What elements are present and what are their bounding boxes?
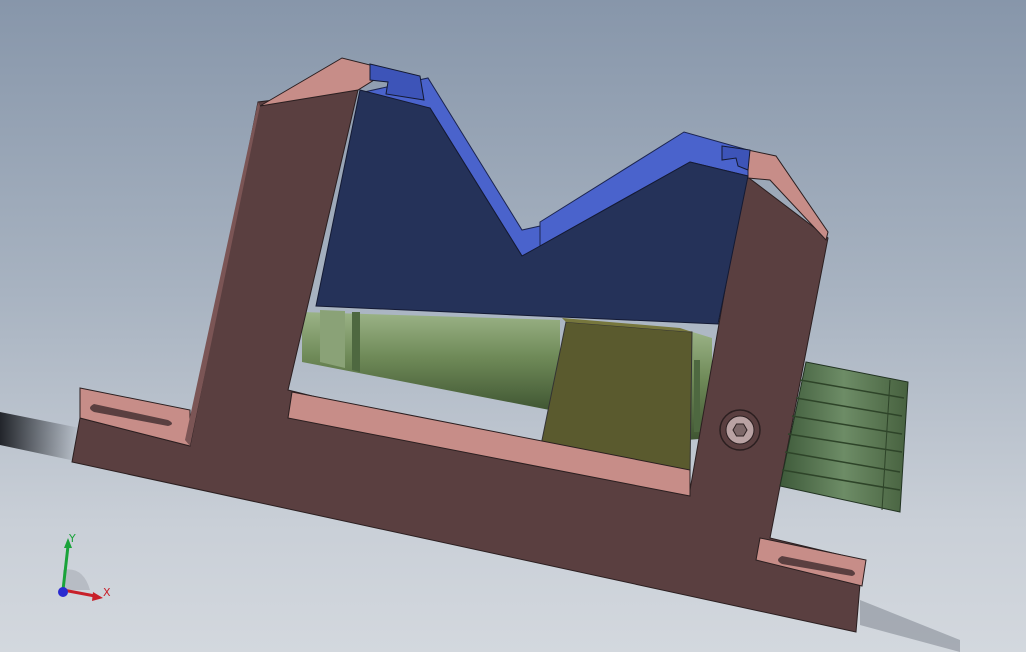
y-axis-label: Y xyxy=(68,532,76,545)
ground-shadow xyxy=(0,412,80,462)
x-axis-label: X xyxy=(103,586,111,599)
x-axis-arrow xyxy=(92,592,103,601)
cad-viewport[interactable]: Y X xyxy=(0,0,1026,652)
z-axis-dot xyxy=(58,587,68,597)
v-block-fixture-model[interactable] xyxy=(0,0,1026,652)
socket-head-bolt[interactable] xyxy=(719,409,761,451)
v-block[interactable] xyxy=(315,63,751,325)
triad-plane xyxy=(63,569,90,590)
ground-shadow-right xyxy=(860,600,960,652)
orientation-triad[interactable]: Y X xyxy=(48,532,128,612)
